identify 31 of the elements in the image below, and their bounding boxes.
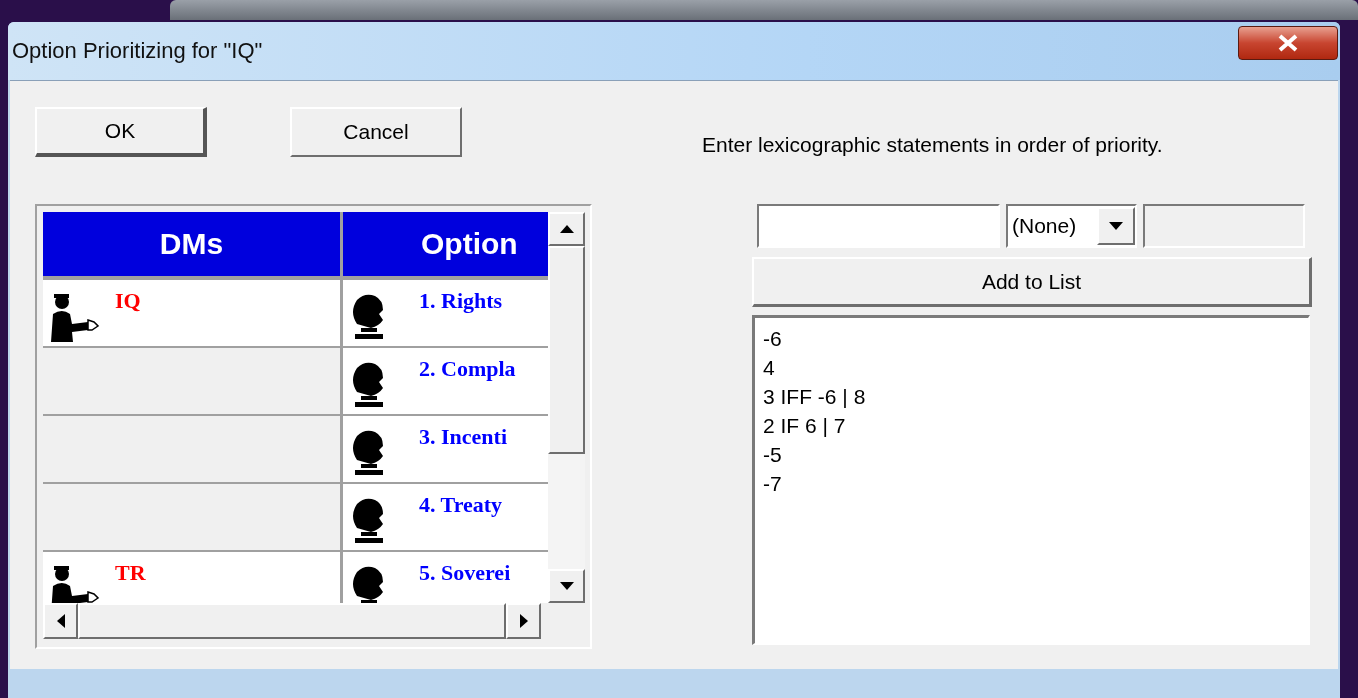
ok-button[interactable]: OK xyxy=(35,107,207,157)
statement-item[interactable]: -6 xyxy=(763,324,1300,353)
caret-icon[interactable] xyxy=(1109,222,1123,230)
column-header: Option xyxy=(343,212,548,276)
vertical-scrollbar[interactable] xyxy=(548,212,585,603)
column-header: DMs xyxy=(43,212,340,276)
add-to-list-button[interactable]: Add to List xyxy=(752,257,1312,307)
option-name: 2. Compla xyxy=(419,356,516,382)
right-arrow-icon[interactable] xyxy=(519,614,528,628)
option-name: 3. Incenti xyxy=(419,424,507,450)
statement-item[interactable]: -7 xyxy=(763,469,1300,498)
down-arrow-icon[interactable] xyxy=(559,582,574,590)
statement-input-field[interactable] xyxy=(757,204,1000,248)
close-button[interactable] xyxy=(1238,26,1338,60)
statement-item[interactable]: -5 xyxy=(763,440,1300,469)
up-arrow-icon[interactable] xyxy=(559,225,574,233)
option-name: 4. Treaty xyxy=(419,492,503,518)
close-icon[interactable] xyxy=(1277,34,1299,52)
person-icon xyxy=(48,292,100,342)
instruction-text: Enter lexicographic statements in order of priority. xyxy=(702,132,1163,158)
statement-item[interactable]: 2 IF 6 | 7 xyxy=(763,411,1300,440)
cancel-button[interactable]: Cancel xyxy=(290,107,462,157)
statement-item[interactable]: 3 IFF -6 | 8 xyxy=(763,382,1300,411)
left-arrow-icon[interactable] xyxy=(56,614,65,628)
condition-dropdown[interactable]: (None) xyxy=(1006,204,1137,248)
decision-maker-name: TR xyxy=(115,560,146,586)
statement-item[interactable]: 4 xyxy=(763,353,1300,382)
option-name: 5. Soverei xyxy=(419,560,511,586)
option-name: 1. Rights xyxy=(419,288,503,314)
decision-maker-name: IQ xyxy=(115,288,141,314)
window-title: Option Prioritizing for "IQ" xyxy=(12,38,263,64)
